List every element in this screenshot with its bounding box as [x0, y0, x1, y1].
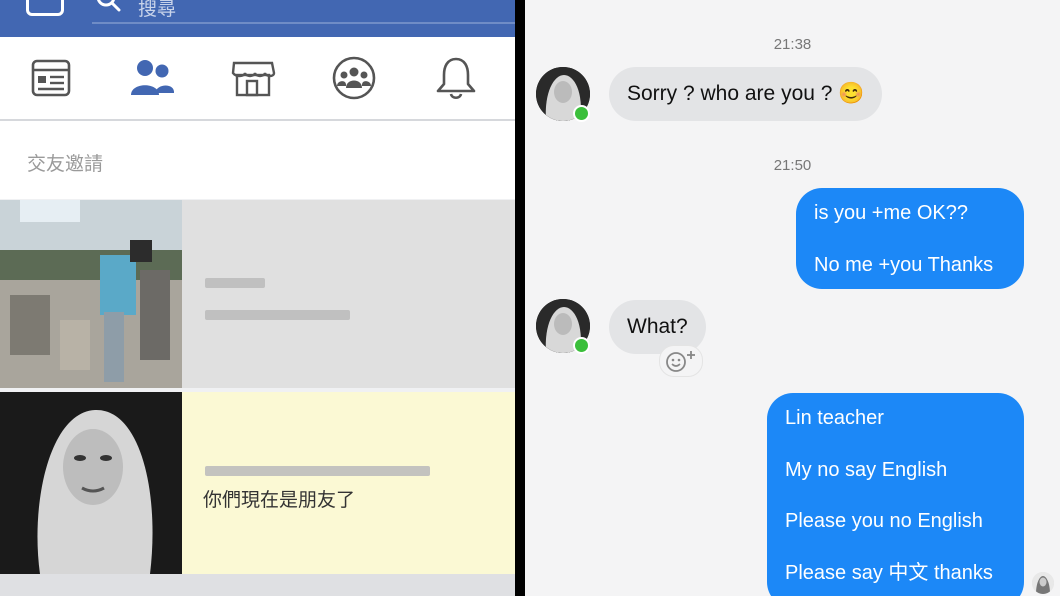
friend-request-row[interactable]: 你們現在是朋友了	[0, 392, 515, 574]
message-line: is you +me OK??	[814, 202, 968, 224]
profile-photo	[0, 200, 182, 388]
friend-requests-section: 交友邀請	[0, 121, 515, 199]
friend-request-row[interactable]	[0, 200, 515, 388]
camera-icon[interactable]	[26, 0, 64, 16]
blurred-name	[205, 466, 430, 476]
marketplace-icon[interactable]	[230, 55, 276, 101]
message-line: Lin teacher	[785, 407, 884, 429]
seen-avatar-image	[1032, 572, 1054, 594]
message-line: Please say 中文 thanks	[785, 561, 993, 584]
search-placeholder[interactable]: 搜尋	[138, 0, 176, 21]
section-title: 交友邀請	[27, 153, 104, 175]
pixelated-photo	[0, 200, 182, 388]
incoming-message[interactable]: Sorry ? who are you ? 😊	[609, 67, 883, 121]
facebook-panel: 搜尋 交友邀請 你們現在是朋友了	[0, 0, 515, 596]
emoji-add-icon	[666, 351, 695, 372]
timestamp: 21:50	[773, 157, 812, 174]
facebook-header: 搜尋	[0, 0, 515, 37]
timestamp: 21:38	[773, 36, 812, 53]
messenger-panel: 21:38 Sorry ? who are you ? 😊 21:50 is y…	[525, 0, 1060, 596]
search-icon	[96, 0, 121, 12]
profile-portrait	[0, 392, 182, 574]
profile-photo	[0, 392, 182, 574]
message-line: Please you no English	[785, 510, 983, 532]
seen-indicator-avatar	[1032, 572, 1054, 594]
add-reaction-button[interactable]	[659, 345, 703, 377]
search-bar[interactable]: 搜尋	[92, 0, 515, 24]
friends-icon[interactable]	[129, 55, 175, 101]
blurred-name	[205, 278, 265, 288]
online-status-dot	[573, 105, 590, 122]
online-status-dot	[573, 337, 590, 354]
news-feed-icon[interactable]	[28, 55, 74, 101]
groups-icon[interactable]	[331, 55, 377, 101]
outgoing-message[interactable]: is you +me OK?? No me +you Thanks	[796, 188, 1024, 289]
now-friends-text: 你們現在是朋友了	[203, 489, 356, 511]
notifications-icon[interactable]	[433, 55, 479, 101]
divider	[515, 0, 525, 596]
facebook-nav-bar	[0, 37, 515, 121]
message-line: No me +you Thanks	[814, 253, 994, 276]
message-line: My no say English	[785, 458, 948, 481]
blurred-subtext	[205, 310, 350, 320]
outgoing-message[interactable]: Lin teacher My no say English Please you…	[767, 393, 1024, 596]
next-row	[0, 574, 515, 596]
